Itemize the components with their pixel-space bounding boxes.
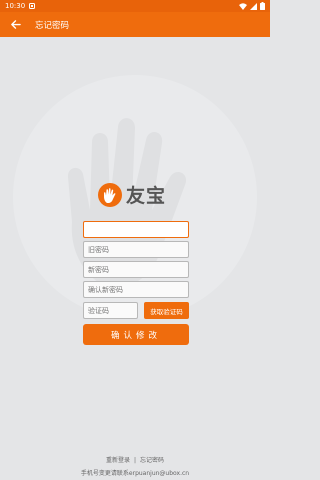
forgot-password-link[interactable]: 忘记密码 [140,455,164,464]
page-title: 忘记密码 [35,20,70,31]
confirm-button[interactable]: 确认修改 [83,324,189,345]
logo-text: 友宝 [126,185,167,207]
footer-separator: | [133,457,137,464]
wifi-icon [239,2,247,10]
hand-icon [98,182,122,207]
footer-links: 重新登录 | 忘记密码 [0,455,270,464]
battery-icon [260,2,265,10]
status-bar: 10:30 [0,0,270,12]
account-input[interactable] [83,221,189,238]
contact-info: 手机号变更请联系erpuanjun@ubox.cn [80,470,190,477]
get-code-button[interactable]: 获取验证码 [144,302,189,319]
status-time: 10:30 [5,2,26,10]
verification-code-input[interactable] [83,302,138,319]
arrow-left-icon [10,20,21,29]
signal-icon [250,2,257,10]
new-password-input[interactable] [83,261,189,278]
back-button[interactable] [0,12,30,37]
status-icons [239,2,265,10]
relogin-link[interactable]: 重新登录 [106,455,130,464]
confirm-password-input[interactable] [83,281,189,298]
logo: 友宝 [98,181,166,208]
old-password-input[interactable] [83,241,189,258]
notification-icon [29,3,36,9]
app-bar: 忘记密码 [0,12,270,37]
